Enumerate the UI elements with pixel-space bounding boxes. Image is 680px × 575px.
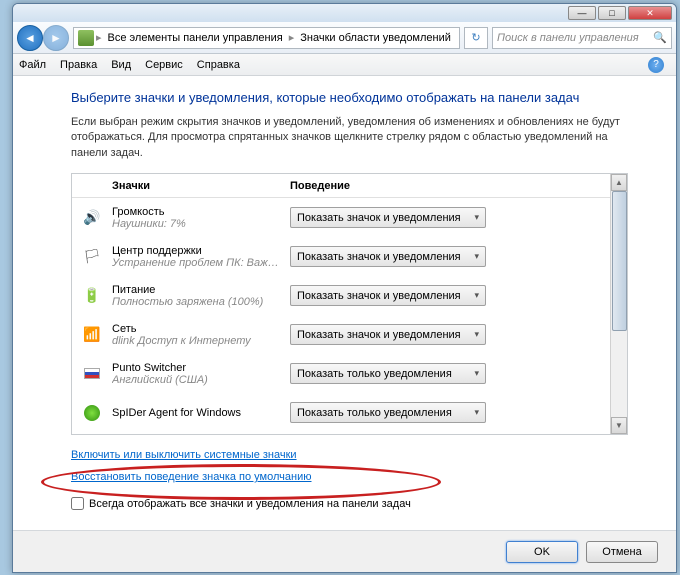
item-title: Punto Switcher — [112, 362, 290, 374]
menu-edit[interactable]: Правка — [60, 59, 97, 71]
network-icon: 📶 — [82, 325, 102, 345]
maximize-button[interactable]: □ — [598, 6, 626, 20]
titlebar: — □ ✕ — [13, 4, 676, 22]
minimize-button[interactable]: — — [568, 6, 596, 20]
list-item: 🔊 ГромкостьНаушники: 7% Показать значок и … — [72, 198, 627, 237]
always-show-checkbox[interactable] — [71, 497, 84, 510]
scroll-up-button[interactable]: ▲ — [611, 174, 627, 191]
item-subtitle: Наушники: 7% — [112, 218, 282, 230]
battery-icon: 🔋 — [82, 286, 102, 306]
chevron-right-icon: ▸ — [289, 31, 295, 44]
breadcrumb[interactable]: ▸ Все элементы панели управления ▸ Значк… — [73, 27, 460, 49]
cancel-button[interactable]: Отмена — [586, 541, 658, 563]
restore-defaults-link[interactable]: Восстановить поведение значка по умолчан… — [71, 471, 312, 483]
icons-list: Значки Поведение 🔊 ГромкостьНаушники: 7% П… — [71, 173, 628, 435]
behavior-dropdown[interactable]: Показать значок и уведомления — [290, 246, 486, 267]
breadcrumb-item[interactable]: Все элементы панели управления — [104, 30, 287, 46]
item-subtitle: Полностью заряжена (100%) — [112, 296, 282, 308]
system-icons-link[interactable]: Включить или выключить системные значки — [71, 449, 297, 461]
always-show-label: Всегда отображать все значки и уведомлен… — [89, 498, 411, 510]
behavior-dropdown[interactable]: Показать только уведомления — [290, 402, 486, 423]
behavior-dropdown[interactable]: Показать значок и уведомления — [290, 285, 486, 306]
list-item: 📶 Сетьdlink Доступ к Интернету Показать зн… — [72, 315, 627, 354]
ok-button[interactable]: OK — [506, 541, 578, 563]
search-placeholder: Поиск в панели управления — [497, 32, 639, 44]
footer: OK Отмена — [13, 530, 676, 572]
ru-flag-icon — [82, 364, 102, 384]
search-icon: 🔍 — [653, 31, 667, 44]
menu-file[interactable]: Файл — [19, 59, 46, 71]
search-input[interactable]: Поиск в панели управления 🔍 — [492, 27, 672, 49]
menu-help[interactable]: Справка — [197, 59, 240, 71]
spider-icon — [82, 403, 102, 423]
forward-button[interactable]: ► — [43, 25, 69, 51]
column-header-behavior: Поведение — [290, 180, 627, 192]
list-item: 🔋 ПитаниеПолностью заряжена (100%) Показат… — [72, 276, 627, 315]
menu-view[interactable]: Вид — [111, 59, 131, 71]
behavior-dropdown[interactable]: Показать значок и уведомления — [290, 207, 486, 228]
behavior-dropdown[interactable]: Показать только уведомления — [290, 363, 486, 384]
item-title: Питание — [112, 284, 290, 296]
control-panel-icon — [78, 30, 94, 46]
item-title: Центр поддержки — [112, 245, 290, 257]
refresh-button[interactable]: ↻ — [464, 27, 488, 49]
menubar: Файл Правка Вид Сервис Справка ? — [13, 54, 676, 76]
scroll-thumb[interactable] — [612, 191, 627, 331]
behavior-dropdown[interactable]: Показать значок и уведомления — [290, 324, 486, 345]
list-item: Punto SwitcherАнглийский (США) Показать т… — [72, 354, 627, 393]
back-button[interactable]: ◄ — [17, 25, 43, 51]
page-title: Выберите значки и уведомления, которые н… — [71, 90, 628, 105]
control-panel-window: — □ ✕ ◄ ► ▸ Все элементы панели управлен… — [12, 3, 677, 573]
item-subtitle: Устранение проблем ПК: Важных сооб... — [112, 257, 282, 269]
list-item: SpIDer Agent for WindowsПоказать только … — [72, 393, 627, 432]
item-title: Сеть — [112, 323, 290, 335]
close-button[interactable]: ✕ — [628, 6, 672, 20]
volume-icon: 🔊 — [82, 208, 102, 228]
item-subtitle: Английский (США) — [112, 374, 282, 386]
chevron-right-icon: ▸ — [96, 31, 102, 44]
help-icon[interactable]: ? — [648, 57, 664, 73]
scroll-down-button[interactable]: ▼ — [611, 417, 627, 434]
item-subtitle: dlink Доступ к Интернету — [112, 335, 282, 347]
flag-icon: 🏳 — [82, 247, 102, 267]
item-title: SpIDer Agent for Windows — [112, 407, 290, 419]
menu-tools[interactable]: Сервис — [145, 59, 183, 71]
column-header-icons: Значки — [72, 180, 290, 192]
item-title: Громкость — [112, 206, 290, 218]
page-description: Если выбран режим скрытия значков и увед… — [71, 115, 628, 161]
navbar: ◄ ► ▸ Все элементы панели управления ▸ З… — [13, 22, 676, 54]
content-area: Выберите значки и уведомления, которые н… — [13, 76, 676, 520]
scrollbar[interactable]: ▲ ▼ — [610, 174, 627, 434]
list-item: 🏳 Центр поддержкиУстранение проблем ПК: В… — [72, 237, 627, 276]
breadcrumb-item[interactable]: Значки области уведомлений — [296, 30, 455, 46]
